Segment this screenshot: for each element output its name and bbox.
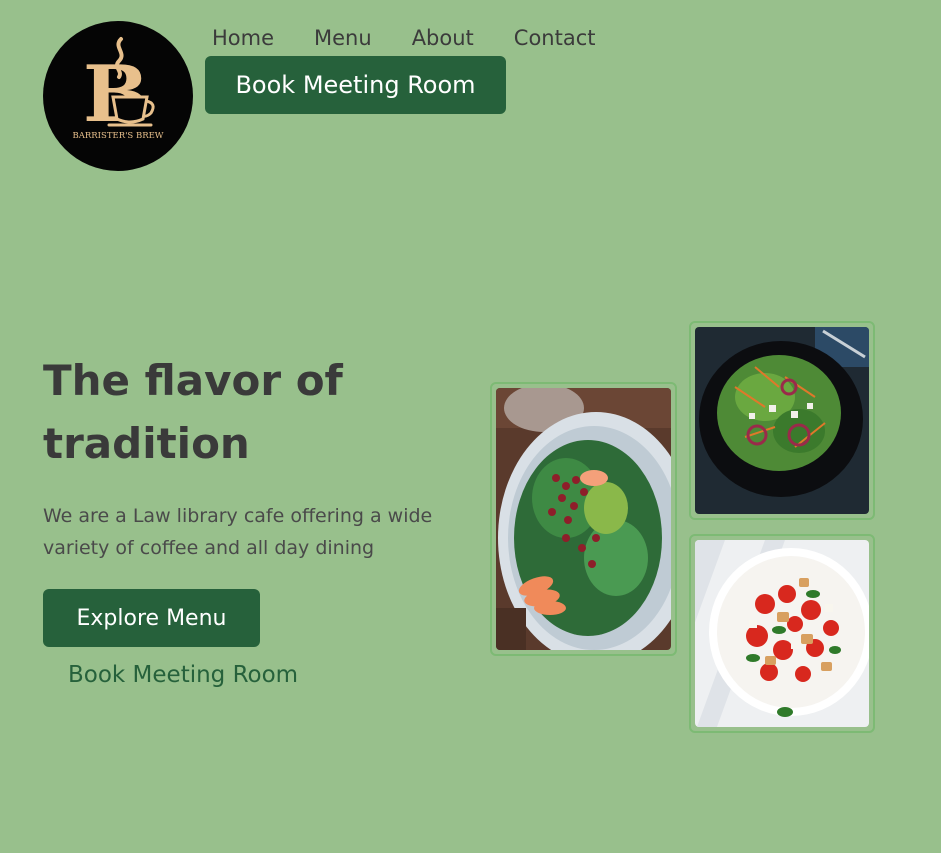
logo-brand-text: BARRISTER'S BREW <box>72 131 163 141</box>
nav-contact-link[interactable]: Contact <box>514 22 596 54</box>
tomato-salad-image <box>695 540 869 727</box>
hero-description: We are a Law library cafe offering a wid… <box>43 505 433 559</box>
nav-about-link[interactable]: About <box>412 22 474 54</box>
tomato-salad-photo <box>689 534 875 733</box>
book-meeting-room-link[interactable]: Book Meeting Room <box>68 658 298 692</box>
hero-title-line1: The flavor of <box>43 356 343 405</box>
spinach-salad-image <box>496 388 671 650</box>
hero-title-line2: tradition <box>43 419 250 468</box>
nav-home-link[interactable]: Home <box>212 22 274 54</box>
coffee-cup-logo-icon: B BARRISTER'S BREW <box>72 37 164 141</box>
nav-book-meeting-room-button[interactable]: Book Meeting Room <box>205 56 506 114</box>
main-nav: Home Menu About Contact <box>212 22 595 54</box>
green-salad-bowl-photo <box>689 321 875 520</box>
brand-logo[interactable]: B BARRISTER'S BREW <box>43 21 193 171</box>
explore-menu-button[interactable]: Explore Menu <box>43 589 260 647</box>
spinach-salad-photo <box>490 382 677 656</box>
hero-title: The flavor of tradition <box>43 349 423 475</box>
green-salad-bowl-image <box>695 327 869 514</box>
nav-menu-link[interactable]: Menu <box>314 22 372 54</box>
